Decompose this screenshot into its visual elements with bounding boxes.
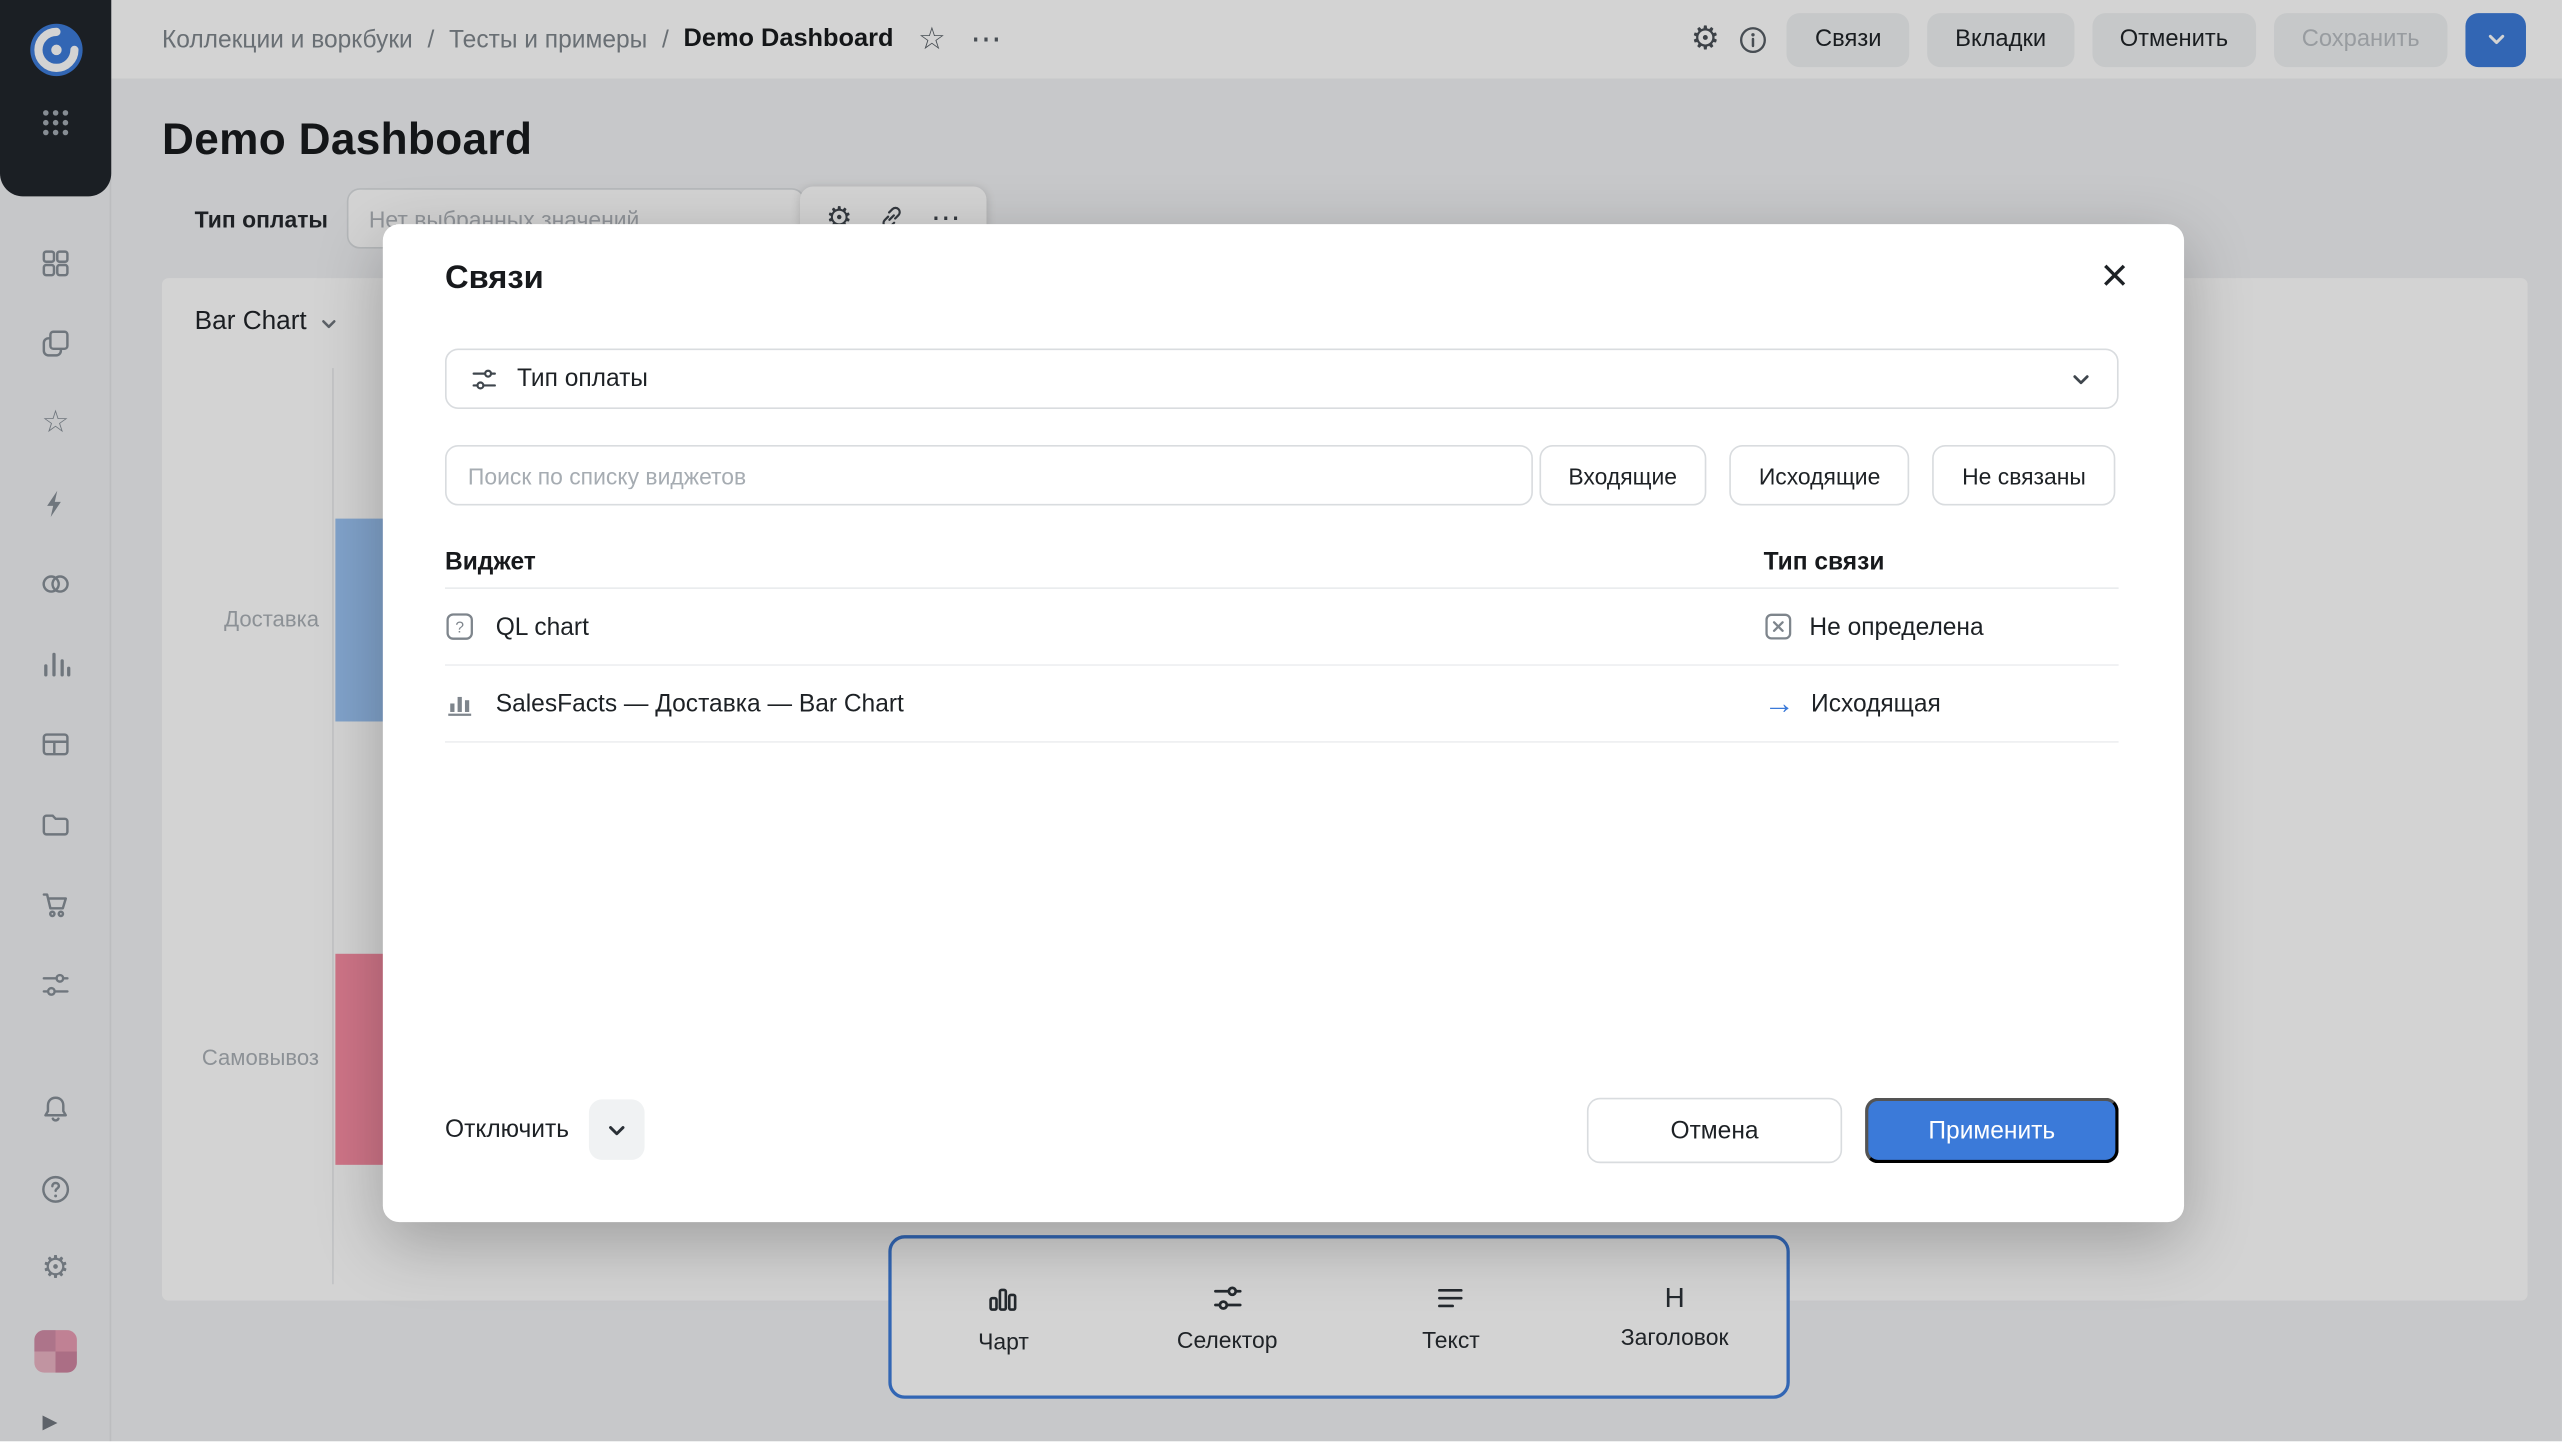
modal-cancel-button[interactable]: Отмена — [1587, 1098, 1842, 1163]
widget-name: SalesFacts — Доставка — Bar Chart — [496, 690, 904, 718]
disable-dropdown-button[interactable] — [589, 1099, 645, 1160]
chevron-down-icon — [2068, 366, 2094, 392]
outgoing-arrow-icon: → — [1764, 688, 1795, 719]
modal-title: Связи — [445, 260, 544, 298]
column-relation-type: Тип связи — [1764, 547, 2119, 575]
table-row[interactable]: SalesFacts — Доставка — Bar Chart → Исхо… — [445, 666, 2119, 743]
widget-name: QL chart — [496, 613, 589, 641]
table-header: Виджет Тип связи — [445, 535, 2119, 589]
links-modal: Связи × Тип оплаты Входящие Исходящие Не… — [383, 224, 2184, 1222]
relation-label: Не определена — [1809, 613, 1983, 641]
relation-filter-buttons: Входящие Исходящие Не связаны — [1539, 445, 2115, 506]
selector-sliders-icon — [470, 364, 499, 393]
table-row[interactable]: ? QL chart Не определена — [445, 589, 2119, 666]
modal-apply-button[interactable]: Применить — [1865, 1098, 2119, 1163]
relation-label: Исходящая — [1811, 690, 1941, 718]
app-root: ☆ ⚙ ▶ Коллекции и воркбуки / Тесты и при… — [0, 0, 2562, 1441]
widget-selector-dropdown[interactable]: Тип оплаты — [445, 348, 2119, 409]
close-icon[interactable]: × — [2094, 247, 2135, 308]
selected-widget-label: Тип оплаты — [517, 365, 648, 393]
relation-undefined-icon — [1764, 612, 1793, 641]
ql-chart-icon: ? — [445, 612, 474, 641]
filter-unrelated-button[interactable]: Не связаны — [1933, 445, 2116, 506]
widget-search-input[interactable] — [445, 445, 1533, 506]
disable-split-button: Отключить — [445, 1099, 644, 1160]
column-widget: Виджет — [445, 547, 1764, 575]
filter-incoming-button[interactable]: Входящие — [1539, 445, 1707, 506]
chart-widget-icon — [445, 689, 474, 718]
chevron-down-icon — [603, 1117, 629, 1143]
filter-outgoing-button[interactable]: Исходящие — [1729, 445, 1909, 506]
disable-button[interactable]: Отключить — [445, 1116, 569, 1144]
svg-text:?: ? — [455, 619, 464, 636]
